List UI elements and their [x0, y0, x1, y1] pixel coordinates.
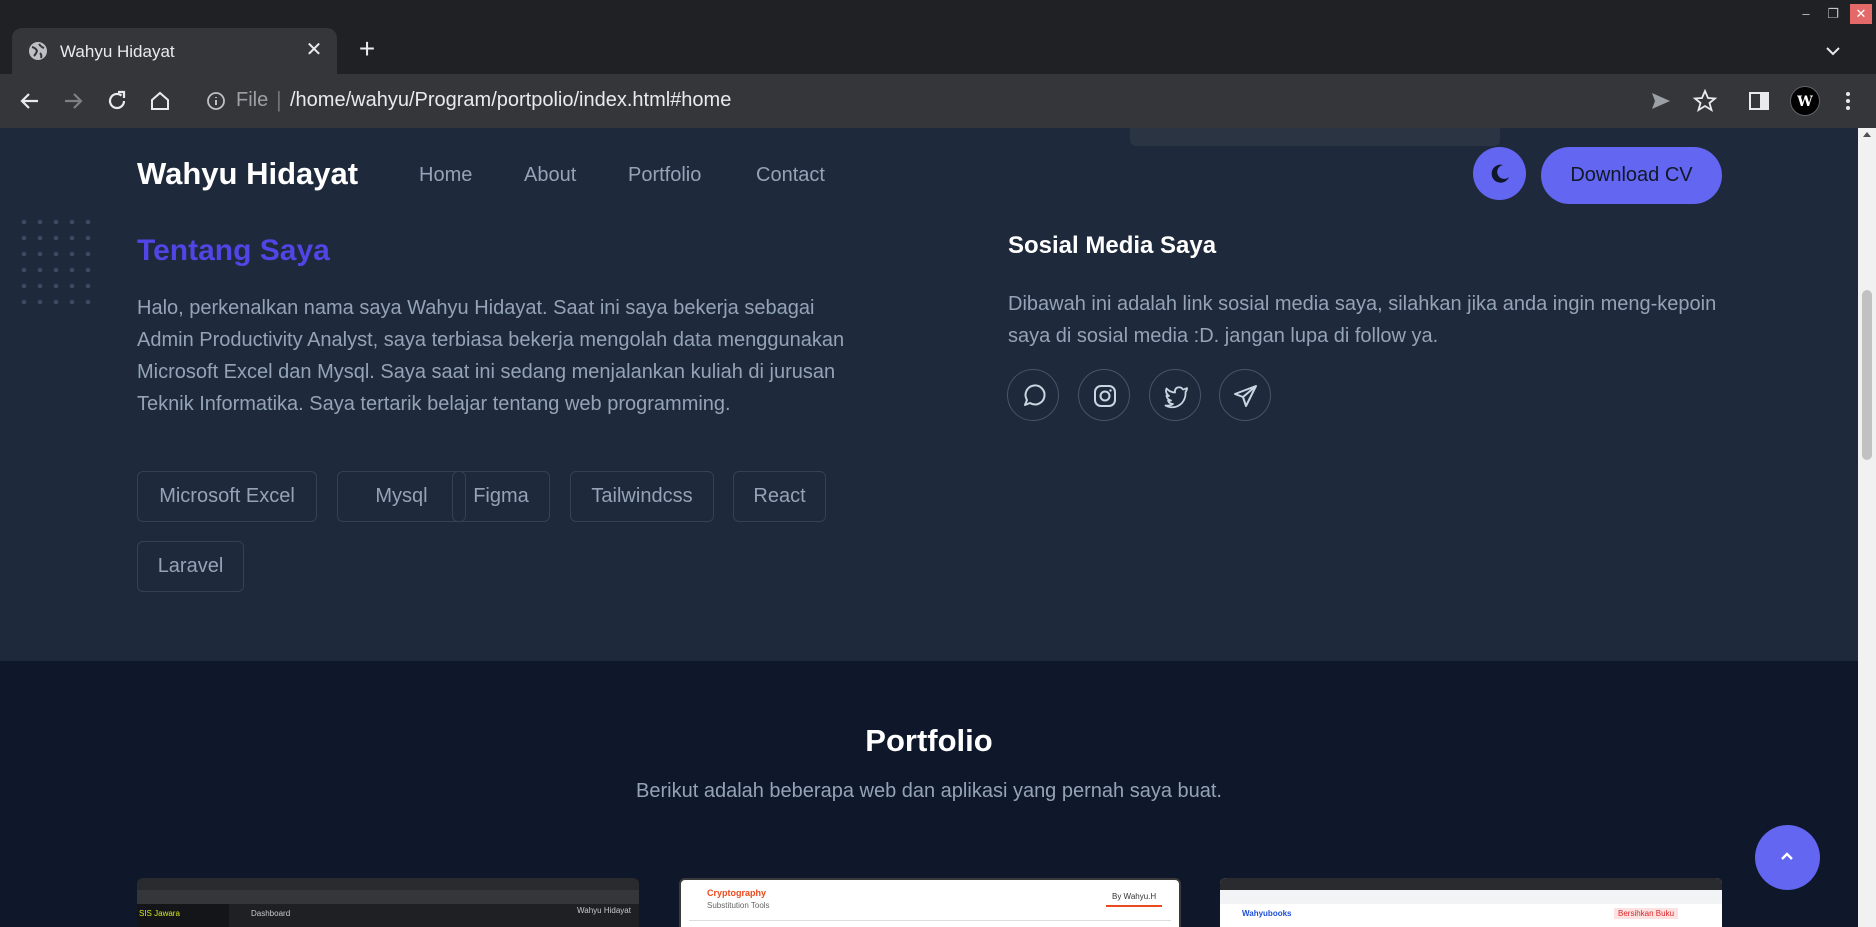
card-mini-title: Dashboard [251, 909, 291, 918]
send-icon[interactable] [1648, 88, 1674, 114]
info-icon[interactable] [206, 91, 226, 111]
skill-tag: Microsoft Excel [137, 471, 317, 522]
file-scheme-label: File [236, 89, 269, 111]
hero-image-edge [1130, 128, 1500, 146]
minimize-icon[interactable]: – [1795, 4, 1817, 24]
card-mini-subtitle: Substitution Tools [707, 901, 770, 910]
card-screenshot-toolbar [137, 890, 639, 904]
card-screenshot-toolbar [1220, 890, 1722, 904]
card-mini-brand: SIS Jawara [139, 909, 180, 918]
new-tab-icon[interactable]: + [354, 35, 380, 63]
card-mini-button: Bersihkan Buku [1614, 908, 1679, 919]
chevron-up-icon [1781, 852, 1793, 860]
scroll-up-arrow-icon[interactable] [1863, 132, 1871, 137]
scrollbar-thumb[interactable] [1862, 290, 1872, 460]
bookmark-star-icon[interactable] [1692, 88, 1718, 114]
forward-icon[interactable] [60, 88, 86, 114]
reload-icon[interactable] [104, 88, 130, 114]
restore-icon[interactable]: ❐ [1822, 4, 1844, 24]
side-panel-icon[interactable] [1746, 88, 1772, 114]
nav-home[interactable]: Home [419, 164, 472, 187]
about-paragraph: Halo, perkenalkan nama saya Wahyu Hidaya… [137, 297, 845, 415]
url-text[interactable]: /home/wahyu/Program/portpolio/index.html… [290, 89, 731, 112]
browser-menu-icon[interactable] [1835, 88, 1861, 114]
moon-icon [1491, 164, 1509, 183]
social-title: Sosial Media Saya [1008, 232, 1217, 259]
card-screenshot-tabbar [137, 878, 639, 890]
card-mini-badge: By Wahyu.H [1106, 892, 1163, 907]
profile-avatar[interactable]: W [1790, 86, 1820, 116]
about-section: Wahyu Hidayat Home About Portfolio Conta… [0, 128, 1858, 661]
address-bar[interactable]: File | /home/wahyu/Program/portpolio/ind… [196, 80, 1676, 122]
whatsapp-link[interactable] [1007, 369, 1059, 421]
nav-about[interactable]: About [524, 164, 576, 187]
nav-contact[interactable]: Contact [756, 164, 825, 187]
nav-portfolio[interactable]: Portfolio [628, 164, 701, 187]
twitter-link[interactable] [1149, 369, 1201, 421]
skill-tag: React [733, 471, 826, 522]
card-mini-divider [689, 920, 1171, 921]
browser-tab-strip: Wahyu Hidayat ✕ + – ❐ ✕ [0, 0, 1876, 74]
portfolio-card[interactable]: Wahyubooks Bersihkan Buku [1220, 878, 1722, 927]
twitter-icon [1164, 386, 1188, 409]
telegram-icon [1234, 385, 1257, 407]
back-icon[interactable] [17, 88, 43, 114]
download-cv-button[interactable]: Download CV [1541, 147, 1722, 204]
skill-tag: Laravel [137, 541, 244, 592]
page-viewport: Wahyu Hidayat Home About Portfolio Conta… [0, 128, 1858, 927]
card-mini-title: Wahyubooks [1242, 909, 1292, 918]
instagram-link[interactable] [1078, 369, 1130, 421]
tab-search-chevron-icon[interactable] [1822, 40, 1844, 62]
skill-tag: Tailwindcss [570, 471, 714, 522]
portfolio-subtitle: Berikut adalah beberapa web dan aplikasi… [636, 780, 1222, 802]
theme-toggle-button[interactable] [1473, 147, 1526, 200]
browser-tab[interactable]: Wahyu Hidayat ✕ [12, 28, 337, 74]
social-paragraph: Dibawah ini adalah link sosial media say… [1008, 293, 1717, 347]
skill-tag: Figma [452, 471, 550, 522]
card-screenshot-tabbar [1220, 878, 1722, 890]
dot-pattern-decoration [16, 214, 98, 306]
site-brand[interactable]: Wahyu Hidayat [137, 156, 358, 192]
portfolio-card[interactable]: SIS Jawara Dashboard Wahyu Hidayat [137, 878, 639, 927]
card-mini-user: Wahyu Hidayat [577, 906, 631, 915]
card-mini-title: Cryptography [707, 888, 767, 898]
about-title: Tentang Saya [137, 234, 330, 267]
telegram-link[interactable] [1219, 369, 1271, 421]
whatsapp-icon [1024, 384, 1046, 406]
scroll-to-top-button[interactable] [1755, 825, 1820, 890]
portfolio-title: Portfolio [865, 723, 993, 758]
portfolio-card[interactable]: Cryptography Substitution Tools By Wahyu… [679, 878, 1181, 927]
globe-icon [29, 42, 47, 60]
window-close-icon[interactable]: ✕ [1850, 4, 1872, 24]
browser-toolbar: File | /home/wahyu/Program/portpolio/ind… [0, 74, 1876, 128]
tab-title: Wahyu Hidayat [60, 42, 175, 61]
instagram-icon [1094, 385, 1116, 407]
home-icon[interactable] [147, 88, 173, 114]
page-scrollbar[interactable] [1858, 128, 1876, 927]
address-separator: | [276, 87, 282, 112]
skill-tag: Mysql [337, 471, 466, 522]
close-tab-icon[interactable]: ✕ [303, 39, 325, 61]
